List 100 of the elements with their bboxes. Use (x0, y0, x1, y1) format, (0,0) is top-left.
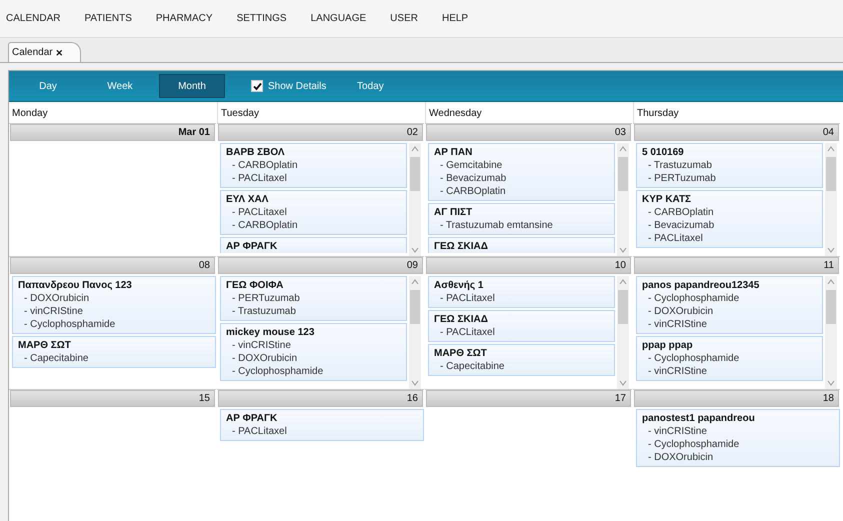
scroll-down-icon[interactable] (411, 247, 419, 253)
drug-name: - Cyclophosphamide (647, 292, 740, 305)
drug-name: - vinCRIStine (231, 339, 292, 352)
drug-name: - Cyclophosphamide (23, 318, 116, 331)
menu-item[interactable]: LANGUAGE (310, 13, 390, 24)
drug-name: - Bevacizumab (647, 219, 716, 232)
scrollbar[interactable] (409, 143, 421, 256)
patient-name: ΑΡ ΠΑΝ (434, 146, 474, 159)
drug-name: - Bevacizumab (439, 172, 508, 185)
drug-name: - PACLitaxel (439, 292, 496, 305)
appointment-card[interactable]: ΓΕΩ ΣΚΙΑΔ (428, 237, 615, 253)
date-header: 15 (10, 390, 215, 407)
patient-name: ppap ppap (642, 339, 694, 352)
tab[interactable]: Calendar ✕ (8, 42, 81, 62)
day-name: Wednesday (425, 102, 632, 123)
patient-name: 5 010169 (642, 146, 685, 159)
checkbox[interactable] (251, 80, 263, 92)
appointment-card[interactable]: 5 010169 - Trastuzumab - PERTuzumab (636, 143, 823, 188)
view-button[interactable]: Day (15, 74, 81, 98)
date-header: 16 (218, 390, 423, 407)
appointment-card[interactable]: ΜΑΡΘ ΣΩΤ - Capecitabine (12, 336, 216, 368)
drug-name: - vinCRIStine (23, 305, 84, 318)
patient-name: ΑΡ ΦΡΑΓΚ (226, 240, 278, 253)
patient-name: Παπανδρεου Πανος 123 (18, 279, 133, 292)
scrollbar[interactable] (825, 276, 837, 389)
drug-name: - DOXOrubicin (23, 292, 90, 305)
day-name: Thursday (633, 102, 840, 123)
view-button[interactable]: Month (159, 74, 225, 98)
scroll-up-icon[interactable] (619, 146, 627, 152)
appointment-card[interactable]: ΓΕΩ ΦΟΙΦΑ - PERTuzumab - Trastuzumab (220, 276, 407, 321)
menu-item[interactable]: HELP (442, 13, 492, 24)
scrollbar[interactable] (617, 143, 629, 256)
patient-name: Ασθενής 1 (434, 279, 484, 292)
scroll-down-icon[interactable] (827, 380, 835, 386)
appointment-card[interactable]: ΒΑΡΒ ΣΒΟΛ - CARBOplatin - PACLitaxel (220, 143, 407, 188)
scroll-down-icon[interactable] (619, 380, 627, 386)
appointment-card[interactable]: panos papandreou12345 - Cyclophosphamide - DOXOrubicin - vinCRIStine (636, 276, 823, 334)
scroll-up-icon[interactable] (827, 279, 835, 285)
checkbox-label[interactable]: Show Details (268, 80, 326, 92)
patient-name: ΑΓ ΠΙΣΤ (434, 206, 474, 219)
view-button[interactable]: Week (87, 74, 153, 98)
drug-name: - Trastuzumab emtansine (439, 219, 554, 232)
scroll-up-icon[interactable] (827, 146, 835, 152)
drug-name: - Trastuzumab (231, 305, 297, 318)
date-header: 17 (426, 390, 631, 407)
scrollbar[interactable] (825, 143, 837, 256)
appointment-card[interactable]: Ασθενής 1 - PACLitaxel (428, 276, 615, 308)
appointment-card[interactable]: ΜΑΡΘ ΣΩΤ - Capecitabine (428, 344, 615, 376)
scrollbar[interactable] (617, 276, 629, 389)
drug-name: - PACLitaxel (231, 425, 288, 438)
patient-name: ΓΕΩ ΣΚΙΑΔ (434, 313, 489, 326)
drug-name: - Cyclophosphamide (231, 365, 324, 378)
drug-name: - vinCRIStine (647, 365, 708, 378)
drug-name: - vinCRIStine (647, 318, 708, 331)
appointment-card[interactable]: mickey mouse 123 - vinCRIStine - DOXOrubicin - Cyclophosphamide (220, 323, 407, 381)
date-header: 10 (426, 257, 631, 274)
patient-name: panostest1 papandreou (642, 412, 756, 425)
appointment-card[interactable]: ΑΡ ΦΡΑΓΚ (220, 237, 407, 253)
close-icon[interactable]: ✕ (56, 48, 64, 58)
scroll-down-icon[interactable] (619, 247, 627, 253)
patient-name: ΓΕΩ ΦΟΙΦΑ (226, 279, 284, 292)
appointment-card[interactable]: ΑΡ ΦΡΑΓΚ - PACLitaxel (220, 409, 424, 441)
scroll-up-icon[interactable] (411, 279, 419, 285)
drug-name: - Capecitabine (439, 360, 506, 373)
menu-item[interactable]: USER (390, 13, 442, 24)
drug-name: - Cyclophosphamide (647, 438, 740, 451)
date-header: 02 (218, 124, 423, 141)
patient-name: ΚΥΡ ΚΑΤΣ (642, 193, 692, 206)
drug-name: - CARBOplatin (231, 159, 299, 172)
menu-item[interactable]: SETTINGS (236, 13, 311, 24)
patient-name: mickey mouse 123 (226, 326, 316, 339)
appointment-card[interactable]: Παπανδρεου Πανος 123 - DOXOrubicin - vinCRIStine - Cyclophosphamide (12, 276, 216, 334)
date-header: 18 (634, 390, 839, 407)
scroll-up-icon[interactable] (411, 146, 419, 152)
appointment-card[interactable]: ΑΡ ΠΑΝ - Gemcitabine - Bevacizumab - CARBOplatin (428, 143, 615, 201)
drug-name: - DOXOrubicin (231, 352, 298, 365)
appointment-card[interactable]: ΓΕΩ ΣΚΙΑΔ - PACLitaxel (428, 310, 615, 342)
today-button[interactable]: Today (340, 75, 400, 97)
menu-item[interactable]: PATIENTS (84, 13, 156, 24)
date-header: 09 (218, 257, 423, 274)
drug-name: - PACLitaxel (231, 172, 288, 185)
menu-item[interactable]: PHARMACY (156, 13, 237, 24)
date-header: 11 (634, 257, 839, 274)
appointment-card[interactable]: ΚΥΡ ΚΑΤΣ - CARBOplatin - Bevacizumab - PACLitaxel (636, 190, 823, 248)
appointment-card[interactable]: ΑΓ ΠΙΣΤ - Trastuzumab emtansine (428, 203, 615, 235)
patient-name: ΓΕΩ ΣΚΙΑΔ (434, 240, 489, 253)
scroll-down-icon[interactable] (827, 247, 835, 253)
drug-name: - Cyclophosphamide (647, 352, 740, 365)
scroll-up-icon[interactable] (619, 279, 627, 285)
day-name: Monday (11, 107, 49, 121)
patient-name: ΜΑΡΘ ΣΩΤ (434, 347, 488, 360)
menu-item[interactable]: CALENDAR (6, 13, 84, 24)
appointment-card[interactable]: ΕΥΛ ΧΑΛ - PACLitaxel - CARBOplatin (220, 190, 407, 235)
patient-name: ΒΑΡΒ ΣΒΟΛ (226, 146, 286, 159)
scrollbar[interactable] (409, 276, 421, 389)
appointment-card[interactable]: panostest1 papandreou - vinCRIStine - Cyclophosphamide - DOXOrubicin (636, 409, 840, 467)
appointment-card[interactable]: ppap ppap - Cyclophosphamide - vinCRIStine (636, 336, 823, 381)
scroll-down-icon[interactable] (411, 380, 419, 386)
drug-name: - CARBOplatin (647, 206, 715, 219)
date-header: 08 (10, 257, 215, 274)
